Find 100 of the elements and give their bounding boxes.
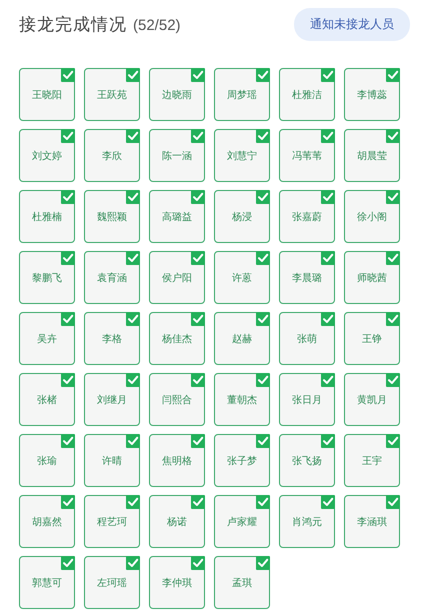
person-name: 孟琪	[232, 576, 252, 590]
person-card[interactable]: 王跃苑	[84, 68, 140, 121]
person-name: 张萌	[297, 332, 317, 346]
person-name: 高璐益	[162, 210, 192, 224]
person-name: 张瑜	[37, 454, 57, 468]
person-name: 刘慧宁	[227, 150, 257, 162]
person-card[interactable]: 程艺珂	[84, 495, 140, 548]
person-card[interactable]: 张瑜	[19, 434, 75, 487]
person-name: 杨佳杰	[162, 332, 192, 346]
person-card[interactable]: 张飞扬	[279, 434, 335, 487]
person-card[interactable]: 张日月	[279, 373, 335, 426]
person-card[interactable]: 陈一涵	[149, 129, 205, 182]
person-card[interactable]: 左珂瑶	[84, 556, 140, 609]
person-card[interactable]: 张嘉蔚	[279, 190, 335, 243]
person-card[interactable]: 王宇	[344, 434, 400, 487]
person-name: 王晓阳	[32, 88, 62, 102]
person-name: 李仲琪	[162, 576, 192, 590]
person-card[interactable]: 高璐益	[149, 190, 205, 243]
person-name: 黎鹏飞	[32, 272, 62, 284]
person-name: 张飞扬	[292, 454, 322, 468]
person-card[interactable]: 周梦瑶	[214, 68, 270, 121]
person-card[interactable]: 赵赫	[214, 312, 270, 365]
person-name: 左珂瑶	[97, 576, 127, 590]
person-card[interactable]: 吴卉	[19, 312, 75, 365]
person-name: 刘继月	[97, 394, 127, 406]
person-card[interactable]: 焦明格	[149, 434, 205, 487]
person-name: 杨浸	[232, 210, 252, 224]
person-card[interactable]: 黎鹏飞	[19, 251, 75, 304]
person-name: 胡嘉然	[32, 516, 62, 528]
person-card[interactable]: 张楮	[19, 373, 75, 426]
person-card[interactable]: 杨诺	[149, 495, 205, 548]
person-card[interactable]: 李涵琪	[344, 495, 400, 548]
person-card[interactable]: 李仲琪	[149, 556, 205, 609]
person-card[interactable]: 刘文婷	[19, 129, 75, 182]
person-name: 杜雅楠	[32, 210, 62, 224]
person-name: 李欣	[102, 150, 122, 162]
person-name: 赵赫	[232, 332, 252, 346]
person-card[interactable]: 郭慧可	[19, 556, 75, 609]
notify-button[interactable]: 通知未接龙人员	[294, 8, 410, 40]
person-card[interactable]: 黄凯月	[344, 373, 400, 426]
person-card[interactable]: 李欣	[84, 129, 140, 182]
person-name: 周梦瑶	[227, 88, 257, 102]
person-name: 王宇	[362, 454, 382, 468]
person-card[interactable]: 孟琪	[214, 556, 270, 609]
person-card[interactable]: 胡嘉然	[19, 495, 75, 548]
person-name: 许蒽	[232, 272, 252, 284]
person-name: 魏熙颖	[97, 210, 127, 224]
person-name: 冯苇苇	[292, 150, 322, 162]
person-card[interactable]: 肖鸿元	[279, 495, 335, 548]
person-card[interactable]: 许晴	[84, 434, 140, 487]
person-card[interactable]: 侯户阳	[149, 251, 205, 304]
person-name: 刘文婷	[32, 150, 62, 162]
person-card[interactable]: 杜雅楠	[19, 190, 75, 243]
person-card[interactable]: 张萌	[279, 312, 335, 365]
person-name: 焦明格	[162, 454, 192, 468]
person-card[interactable]: 边晓雨	[149, 68, 205, 121]
person-card[interactable]: 刘继月	[84, 373, 140, 426]
person-name: 程艺珂	[97, 516, 127, 528]
person-card[interactable]: 王晓阳	[19, 68, 75, 121]
person-card[interactable]: 杨佳杰	[149, 312, 205, 365]
person-card[interactable]: 魏熙颖	[84, 190, 140, 243]
person-card[interactable]: 袁育涵	[84, 251, 140, 304]
person-name: 杜雅洁	[292, 88, 322, 102]
person-name: 李格	[102, 332, 122, 346]
person-card[interactable]: 董朝杰	[214, 373, 270, 426]
person-name: 董朝杰	[227, 394, 257, 406]
person-card[interactable]: 师晓茜	[344, 251, 400, 304]
person-name: 张嘉蔚	[292, 210, 322, 224]
person-name: 吴卉	[37, 332, 57, 346]
person-card[interactable]: 闫熙合	[149, 373, 205, 426]
person-name: 王跃苑	[97, 88, 127, 102]
person-name: 肖鸿元	[292, 516, 322, 528]
person-name: 李博蕊	[357, 88, 387, 102]
person-card[interactable]: 徐小阁	[344, 190, 400, 243]
person-name: 张楮	[37, 394, 57, 406]
person-name: 许晴	[102, 454, 122, 468]
person-card[interactable]: 李晨璐	[279, 251, 335, 304]
person-card[interactable]: 李格	[84, 312, 140, 365]
person-name: 徐小阁	[357, 210, 387, 224]
person-card[interactable]: 张子梦	[214, 434, 270, 487]
person-card[interactable]: 许蒽	[214, 251, 270, 304]
person-card[interactable]: 王铮	[344, 312, 400, 365]
person-name: 侯户阳	[162, 272, 192, 284]
person-name: 黄凯月	[357, 394, 387, 406]
person-name: 卢家耀	[227, 516, 257, 528]
person-name: 陈一涵	[162, 150, 192, 162]
person-card[interactable]: 胡晨莹	[344, 129, 400, 182]
completion-count: (52/52)	[133, 16, 181, 34]
person-name: 李涵琪	[357, 516, 387, 528]
person-name: 郭慧可	[32, 576, 62, 590]
person-card[interactable]: 刘慧宁	[214, 129, 270, 182]
person-name: 边晓雨	[162, 88, 192, 102]
person-card[interactable]: 李博蕊	[344, 68, 400, 121]
person-name: 袁育涵	[97, 272, 127, 284]
person-name: 师晓茜	[357, 272, 387, 284]
person-card[interactable]: 冯苇苇	[279, 129, 335, 182]
person-card[interactable]: 杜雅洁	[279, 68, 335, 121]
person-card[interactable]: 卢家耀	[214, 495, 270, 548]
person-name: 王铮	[362, 332, 382, 346]
person-card[interactable]: 杨浸	[214, 190, 270, 243]
